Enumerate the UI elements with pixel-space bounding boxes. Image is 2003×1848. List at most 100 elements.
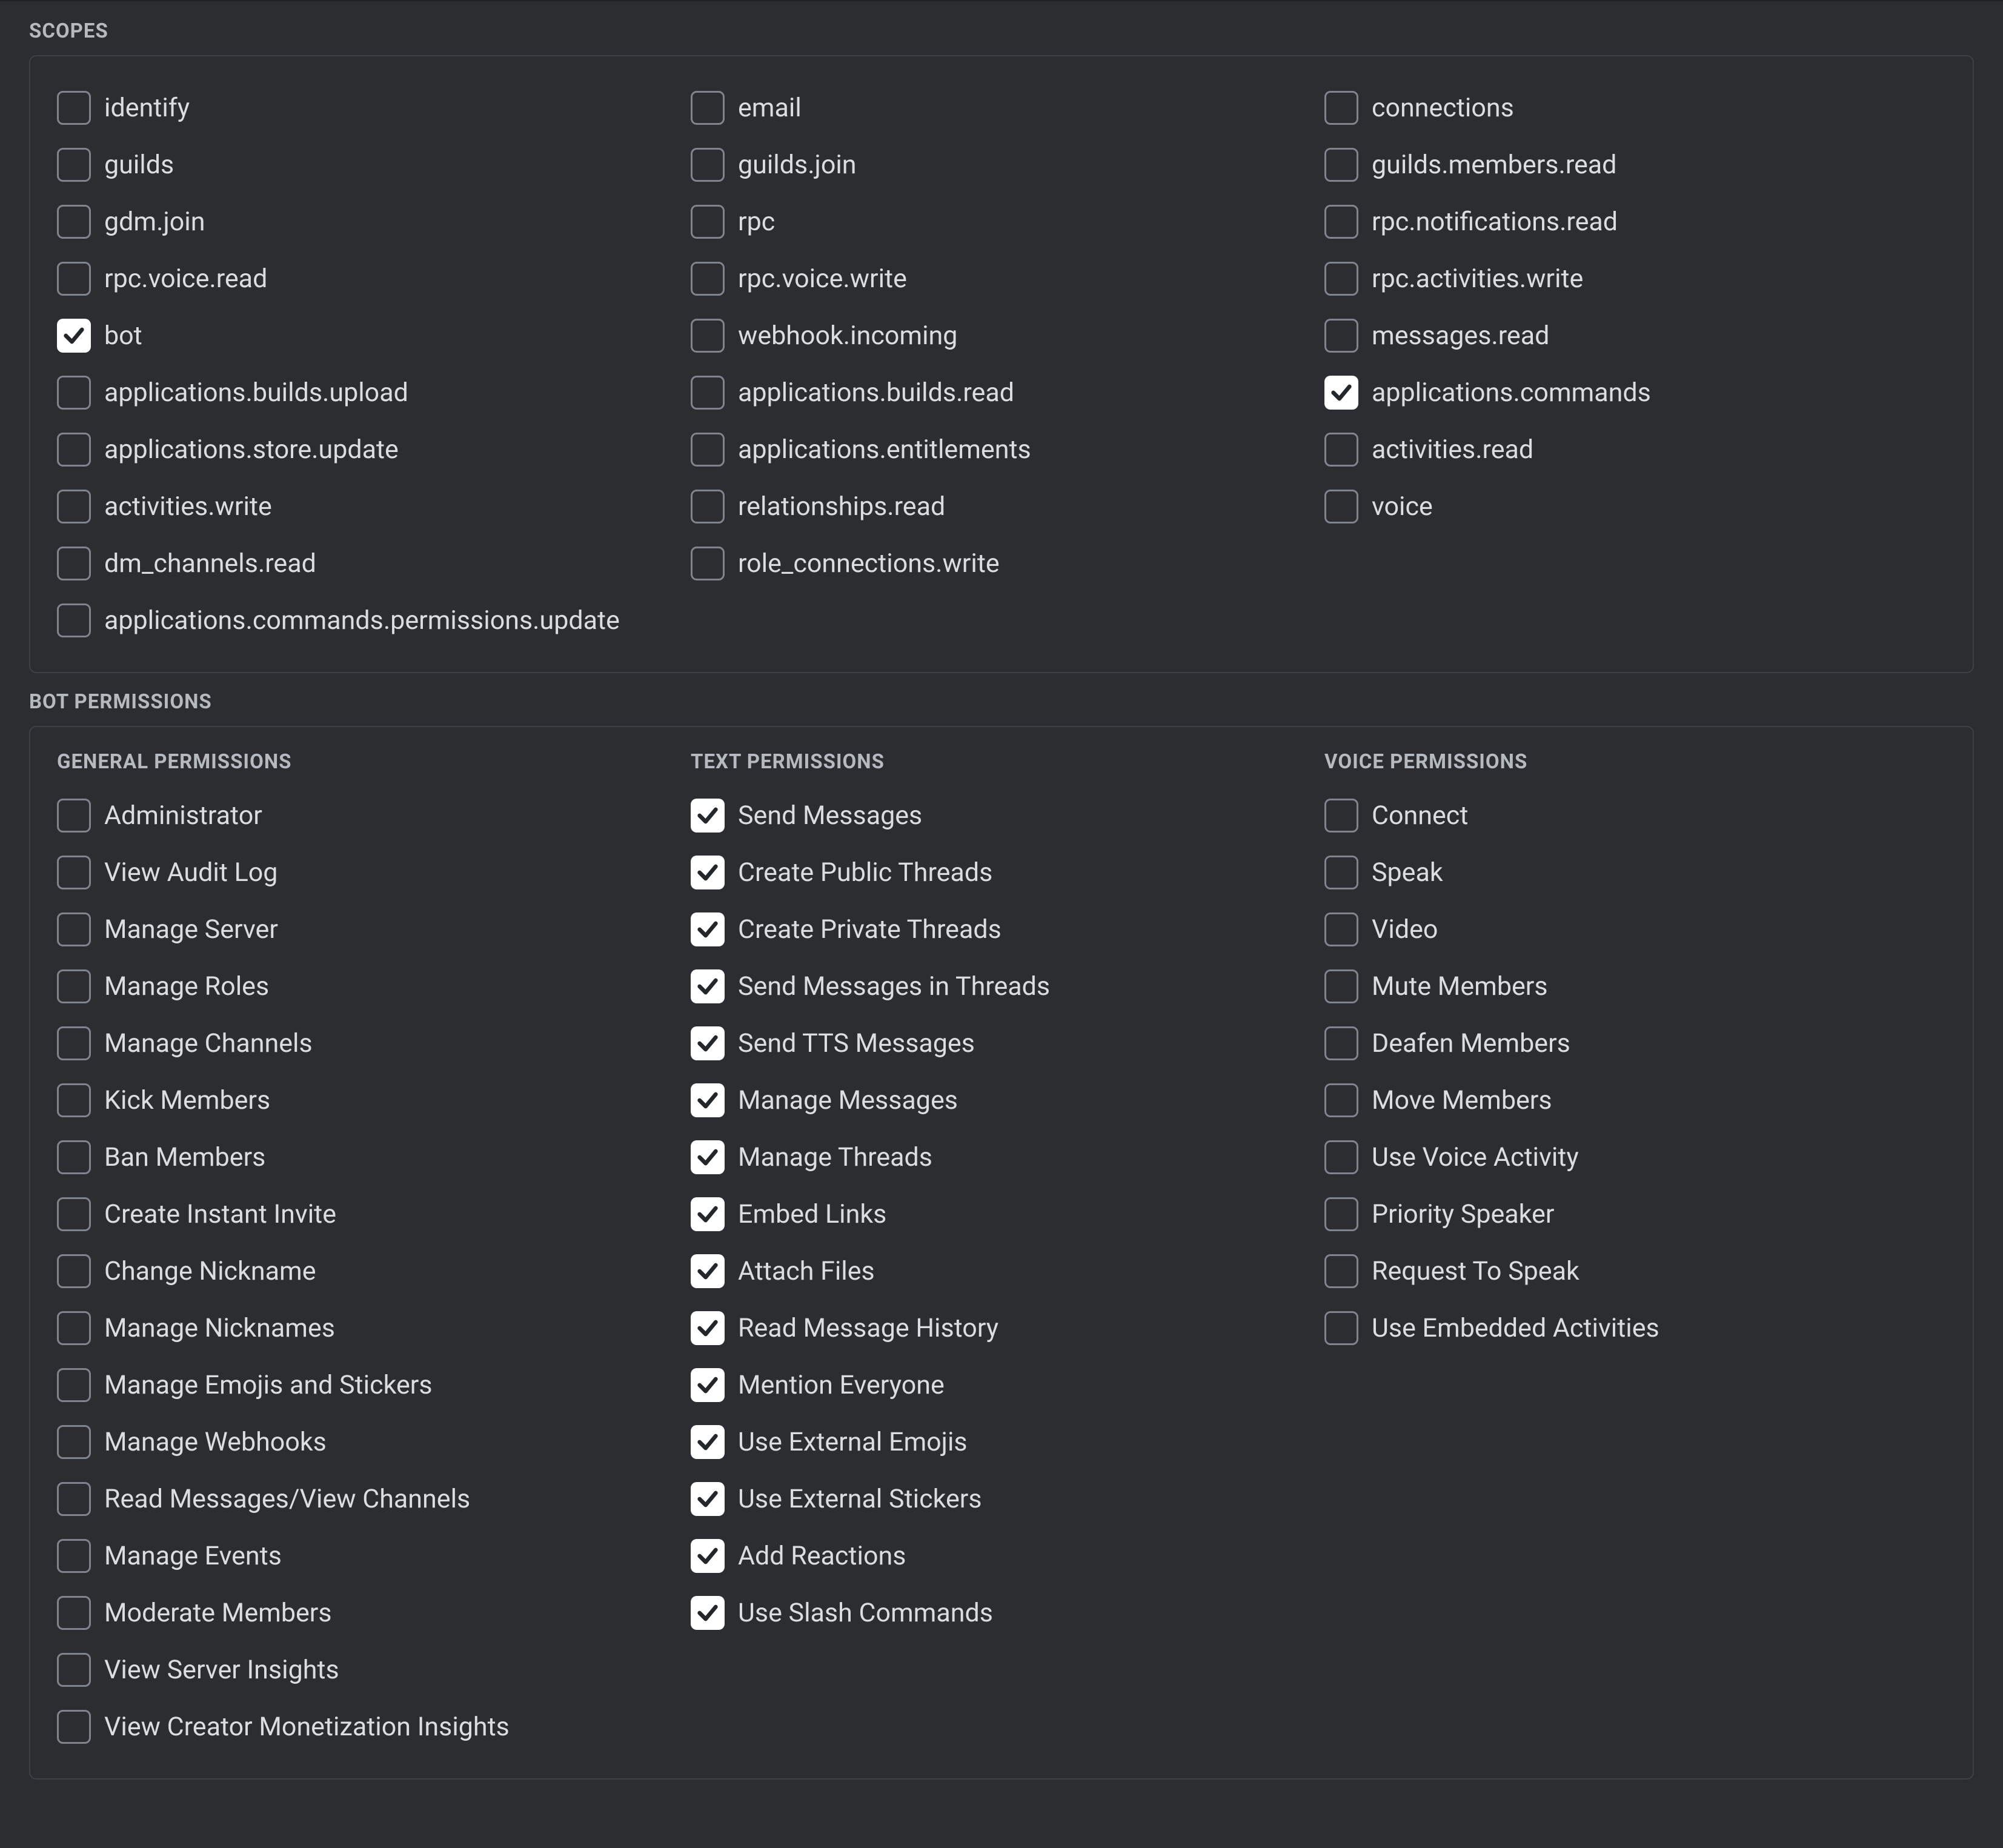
scope-checkbox-messages-read[interactable]: [1324, 319, 1358, 353]
permission-checkbox-view-audit-log[interactable]: [57, 856, 91, 889]
permissions-panel: GENERAL PERMISSIONSAdministratorView Aud…: [29, 726, 1974, 1780]
permission-row-use-voice-activity: Use Voice Activity: [1324, 1129, 1946, 1186]
permission-checkbox-use-slash-commands[interactable]: [691, 1596, 725, 1630]
checkmark-icon: [62, 324, 86, 348]
permission-checkbox-send-messages-in-threads[interactable]: [691, 969, 725, 1003]
scope-checkbox-activities-read[interactable]: [1324, 433, 1358, 467]
permission-checkbox-embed-links[interactable]: [691, 1197, 725, 1231]
scope-checkbox-applications-commands[interactable]: [1324, 376, 1358, 410]
permission-row-read-message-history: Read Message History: [691, 1300, 1312, 1357]
permission-checkbox-add-reactions[interactable]: [691, 1539, 725, 1573]
scopes-grid: identifyguildsgdm.joinrpc.voice.readbota…: [57, 79, 1946, 649]
checkmark-icon: [696, 1487, 720, 1511]
main-content: SCOPES identifyguildsgdm.joinrpc.voice.r…: [0, 19, 2003, 1827]
permission-checkbox-send-messages[interactable]: [691, 799, 725, 833]
scope-checkbox-voice[interactable]: [1324, 490, 1358, 523]
permission-checkbox-manage-nicknames[interactable]: [57, 1311, 91, 1345]
scope-checkbox-activities-write[interactable]: [57, 490, 91, 523]
permission-checkbox-send-tts-messages[interactable]: [691, 1026, 725, 1060]
permission-checkbox-connect[interactable]: [1324, 799, 1358, 833]
scope-checkbox-email[interactable]: [691, 91, 725, 125]
permission-checkbox-manage-threads[interactable]: [691, 1140, 725, 1174]
permission-label: Manage Events: [104, 1541, 282, 1571]
permission-checkbox-manage-events[interactable]: [57, 1539, 91, 1573]
checkmark-icon: [1329, 381, 1354, 405]
permission-checkbox-manage-messages[interactable]: [691, 1083, 725, 1117]
permission-label: Video: [1372, 914, 1438, 945]
checkmark-icon: [696, 1601, 720, 1625]
permission-row-manage-server: Manage Server: [57, 901, 679, 958]
scope-label: rpc.voice.read: [104, 264, 267, 294]
scope-checkbox-rpc-voice-write[interactable]: [691, 262, 725, 296]
permission-row-use-external-emojis: Use External Emojis: [691, 1414, 1312, 1471]
scope-row-applications-entitlements: applications.entitlements: [691, 421, 1312, 478]
permission-checkbox-read-messages-view-channels[interactable]: [57, 1482, 91, 1516]
permission-checkbox-use-voice-activity[interactable]: [1324, 1140, 1358, 1174]
permission-checkbox-manage-server[interactable]: [57, 912, 91, 946]
permission-label: Create Private Threads: [738, 914, 1002, 945]
permission-row-change-nickname: Change Nickname: [57, 1243, 679, 1300]
permission-checkbox-priority-speaker[interactable]: [1324, 1197, 1358, 1231]
scope-checkbox-bot[interactable]: [57, 319, 91, 353]
permission-checkbox-mention-everyone[interactable]: [691, 1368, 725, 1402]
scope-checkbox-relationships-read[interactable]: [691, 490, 725, 523]
permission-checkbox-manage-roles[interactable]: [57, 969, 91, 1003]
scope-row-activities-read: activities.read: [1324, 421, 1946, 478]
permission-checkbox-video[interactable]: [1324, 912, 1358, 946]
permission-label: Ban Members: [104, 1142, 265, 1172]
scope-checkbox-applications-entitlements[interactable]: [691, 433, 725, 467]
permission-row-mention-everyone: Mention Everyone: [691, 1357, 1312, 1414]
scope-checkbox-webhook-incoming[interactable]: [691, 319, 725, 353]
permission-label: Manage Roles: [104, 971, 269, 1002]
scope-checkbox-rpc-notifications-read[interactable]: [1324, 205, 1358, 239]
permission-checkbox-create-private-threads[interactable]: [691, 912, 725, 946]
scope-checkbox-gdm-join[interactable]: [57, 205, 91, 239]
permission-checkbox-administrator[interactable]: [57, 799, 91, 833]
scope-checkbox-guilds-join[interactable]: [691, 148, 725, 182]
permission-checkbox-ban-members[interactable]: [57, 1140, 91, 1174]
scope-row-webhook-incoming: webhook.incoming: [691, 307, 1312, 364]
scope-checkbox-rpc-voice-read[interactable]: [57, 262, 91, 296]
scope-checkbox-rpc-activities-write[interactable]: [1324, 262, 1358, 296]
permission-checkbox-attach-files[interactable]: [691, 1254, 725, 1288]
permission-checkbox-move-members[interactable]: [1324, 1083, 1358, 1117]
scope-row-rpc-notifications-read: rpc.notifications.read: [1324, 193, 1946, 250]
scope-checkbox-dm-channels-read[interactable]: [57, 547, 91, 580]
scope-label: gdm.join: [104, 207, 205, 237]
permission-checkbox-speak[interactable]: [1324, 856, 1358, 889]
permission-checkbox-manage-emojis-and-stickers[interactable]: [57, 1368, 91, 1402]
permission-label: Connect: [1372, 800, 1468, 831]
scope-checkbox-applications-builds-upload[interactable]: [57, 376, 91, 410]
permission-row-connect: Connect: [1324, 787, 1946, 844]
permission-checkbox-kick-members[interactable]: [57, 1083, 91, 1117]
permission-checkbox-change-nickname[interactable]: [57, 1254, 91, 1288]
permission-checkbox-use-embedded-activities[interactable]: [1324, 1311, 1358, 1345]
permission-checkbox-manage-channels[interactable]: [57, 1026, 91, 1060]
scope-checkbox-applications-builds-read[interactable]: [691, 376, 725, 410]
scope-checkbox-applications-store-update[interactable]: [57, 433, 91, 467]
permission-checkbox-use-external-emojis[interactable]: [691, 1425, 725, 1459]
permission-checkbox-view-server-insights[interactable]: [57, 1653, 91, 1687]
scope-checkbox-connections[interactable]: [1324, 91, 1358, 125]
scope-checkbox-guilds[interactable]: [57, 148, 91, 182]
checkmark-icon: [696, 1373, 720, 1397]
permission-checkbox-create-public-threads[interactable]: [691, 856, 725, 889]
permission-checkbox-manage-webhooks[interactable]: [57, 1425, 91, 1459]
permission-checkbox-view-creator-monetization-insights[interactable]: [57, 1710, 91, 1744]
checkmark-icon: [696, 1259, 720, 1283]
permission-checkbox-read-message-history[interactable]: [691, 1311, 725, 1345]
permission-checkbox-use-external-stickers[interactable]: [691, 1482, 725, 1516]
scope-checkbox-rpc[interactable]: [691, 205, 725, 239]
scope-checkbox-role-connections-write[interactable]: [691, 547, 725, 580]
permission-checkbox-moderate-members[interactable]: [57, 1596, 91, 1630]
permission-row-send-tts-messages: Send TTS Messages: [691, 1015, 1312, 1072]
scope-checkbox-applications-commands-permissions-update[interactable]: [57, 603, 91, 637]
scope-checkbox-identify[interactable]: [57, 91, 91, 125]
permission-checkbox-mute-members[interactable]: [1324, 969, 1358, 1003]
scope-checkbox-guilds-members-read[interactable]: [1324, 148, 1358, 182]
permission-checkbox-create-instant-invite[interactable]: [57, 1197, 91, 1231]
scope-row-email: email: [691, 79, 1312, 136]
permission-checkbox-deafen-members[interactable]: [1324, 1026, 1358, 1060]
scope-label: rpc.notifications.read: [1372, 207, 1618, 237]
permission-checkbox-request-to-speak[interactable]: [1324, 1254, 1358, 1288]
